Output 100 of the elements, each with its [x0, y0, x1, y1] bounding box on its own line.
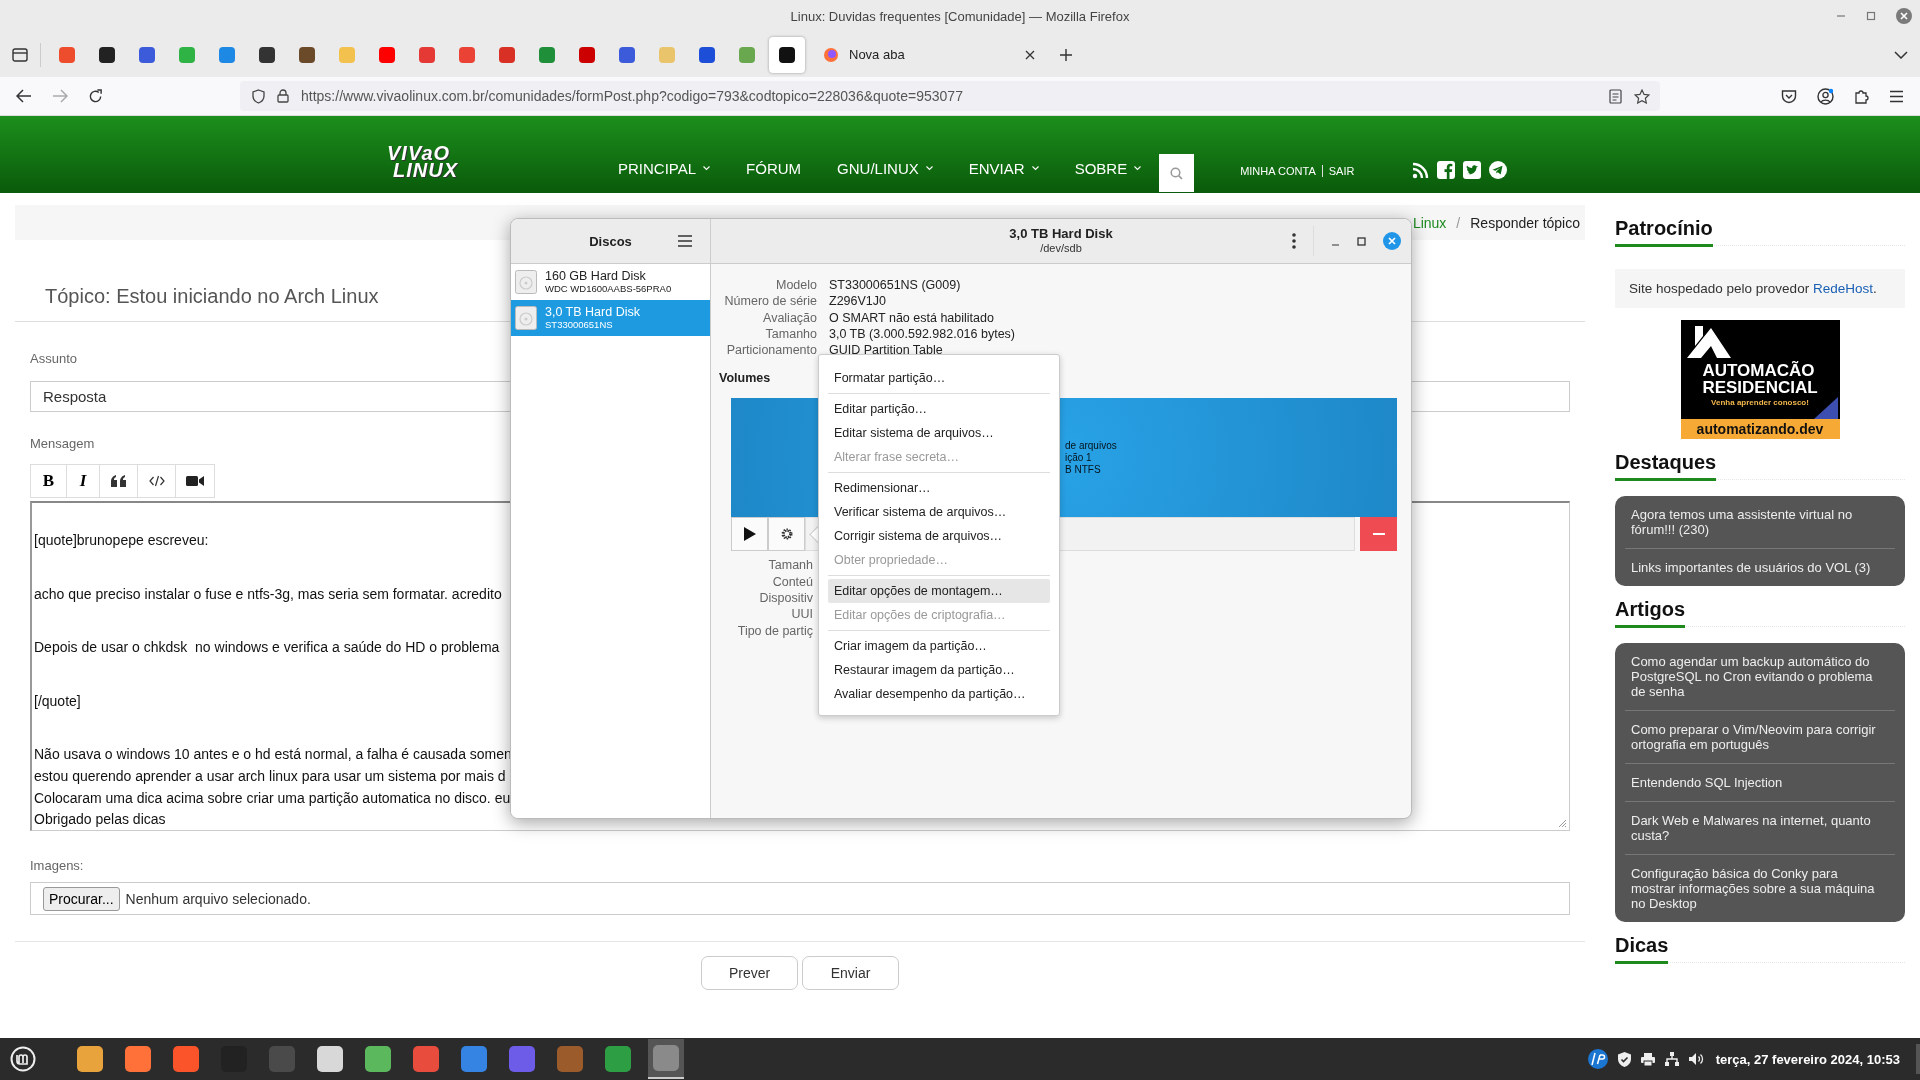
breadcrumb-link[interactable]: Linux	[1412, 214, 1447, 231]
message-line: Depois de usar o chkdsk no windows e verifica a saúde do HD o problema	[34, 638, 500, 658]
circle-logo-icon[interactable]	[1586, 1048, 1609, 1070]
property-label: Dispositiv	[759, 590, 813, 607]
nav-link[interactable]: SOBRE	[1074, 160, 1142, 177]
video-button[interactable]	[175, 464, 215, 498]
gear-icon	[779, 527, 794, 542]
browse-button[interactable]: Procurar...	[43, 886, 120, 911]
nav-link[interactable]: GNU/LINUX	[837, 160, 933, 177]
property-value: Z296V1J0	[829, 293, 887, 310]
message-line: [/quote]	[34, 691, 81, 711]
property-value: 3,0 TB (3.000.592.982.016 bytes)	[829, 325, 1015, 343]
menu-item[interactable]: Restaurar imagem da partição…	[828, 658, 1050, 682]
property-label: Conteú	[772, 573, 813, 591]
pocket-icon[interactable]	[1781, 88, 1797, 104]
menu-icon[interactable]	[678, 235, 692, 247]
account-link[interactable]: MINHA CONTA	[1234, 165, 1323, 177]
site-logo[interactable]: VIVaO LINUX	[387, 145, 458, 179]
speaker-icon[interactable]	[1687, 1052, 1704, 1066]
menu-item[interactable]: Formatar partição…	[828, 366, 1050, 390]
breadcrumb-link[interactable]: Responder tópico	[1470, 214, 1580, 231]
reload-icon[interactable]	[88, 88, 103, 104]
caret-icon	[925, 166, 933, 171]
menu-item[interactable]: Editar partição…	[828, 397, 1050, 421]
menu-item[interactable]: Avaliar desempenho da partição…	[828, 682, 1050, 706]
minus-icon	[1372, 533, 1385, 536]
paper-plane-icon[interactable]	[1489, 161, 1508, 179]
maximize-icon[interactable]	[1357, 236, 1366, 246]
topic-title: Tópico: Estou iniciando no Arch Linux	[45, 284, 379, 308]
field-label: Imagens:	[30, 859, 84, 873]
search-button[interactable]	[1159, 154, 1195, 192]
chevron-down-icon[interactable]	[1894, 50, 1908, 59]
disk-item[interactable]: 160 GB Hard Disk WDC WD1600AABS-56PRA0	[511, 264, 710, 300]
caret-icon	[703, 166, 711, 171]
ad-banner[interactable]: AUTOMACÃO RESIDENCIAL Venha aprender conosco! automatizando.dev	[1680, 320, 1840, 439]
browser-tab[interactable]: Nova aba	[813, 36, 1045, 73]
clock[interactable]: terça, 27 fevereiro 2024, 10:53	[1715, 1051, 1900, 1067]
nav-link[interactable]: ENVIAR	[968, 160, 1039, 177]
italic-button[interactable]: I	[66, 464, 99, 498]
more-options-icon[interactable]	[1292, 233, 1296, 249]
shield-icon[interactable]	[252, 88, 265, 104]
settings-button[interactable]	[768, 517, 805, 552]
rss-icon[interactable]	[1412, 161, 1430, 179]
menu-icon[interactable]	[1889, 89, 1904, 103]
article-link[interactable]: Links importantes de usuários do VOL (3)	[1625, 548, 1895, 586]
nav-link[interactable]: PRINCIPAL	[618, 160, 711, 177]
menu-item[interactable]: Editar sistema de arquivos…	[828, 421, 1050, 445]
nav-link[interactable]: FÓRUM	[746, 160, 802, 177]
menu-item[interactable]: Criar imagem da partição…	[828, 634, 1050, 658]
property-value: ST33000651NS (G009)	[829, 277, 962, 294]
menu-item[interactable]: Editar opções de montagem…	[828, 579, 1050, 603]
article-link[interactable]: Como preparar o Vim/Neovim para corrigir ortografia em português	[1625, 710, 1895, 763]
puzzle-icon[interactable]	[1854, 88, 1869, 104]
play-icon	[743, 527, 756, 542]
quote-icon	[110, 475, 127, 487]
bookmark-star-icon[interactable]	[1634, 88, 1650, 104]
back-icon[interactable]	[16, 89, 32, 103]
resize-handle-icon[interactable]	[1558, 819, 1567, 828]
video-camera-icon	[186, 475, 204, 487]
search-icon	[1170, 166, 1184, 180]
partition-text: de arquivos	[1065, 440, 1117, 452]
article-link[interactable]: Configuração básica do Conky para mostrar informações sobre a sua máquina no Desktop	[1625, 854, 1895, 922]
network-icon[interactable]	[1663, 1051, 1680, 1067]
field-label: Assunto	[30, 352, 77, 366]
delete-button[interactable]	[1360, 517, 1397, 552]
new-tab-icon[interactable]	[1059, 47, 1073, 62]
printer-icon[interactable]	[1639, 1051, 1656, 1067]
account-icon[interactable]	[1817, 87, 1834, 105]
property-value: O SMART não está habilitado	[829, 309, 995, 326]
article-link[interactable]: Entendendo SQL Injection	[1625, 763, 1895, 801]
form-button[interactable]: Enviar	[802, 956, 899, 990]
taskbar-app[interactable]	[648, 1039, 684, 1079]
code-button[interactable]	[137, 464, 175, 498]
ad-headline: AUTOMACÃO RESIDENCIAL	[1702, 362, 1818, 396]
reader-view-icon[interactable]	[1609, 88, 1622, 104]
property-label: Avaliação	[762, 309, 817, 326]
quote-button[interactable]	[99, 464, 137, 498]
menu-item[interactable]: Redimensionar…	[828, 476, 1050, 500]
message-line: [quote]brunopepe escreveu:	[34, 531, 209, 550]
close-icon[interactable]	[1025, 49, 1035, 60]
file-field[interactable]: Procurar... Nenhum arquivo selecionado.	[30, 882, 1570, 915]
article-link[interactable]: Como agendar um backup automático do PostgreSQL no Cron evitando o problema de senha	[1625, 643, 1895, 710]
form-button[interactable]: Prever	[701, 956, 798, 990]
bold-button[interactable]: B	[30, 464, 66, 498]
rounded-square-icon[interactable]	[1437, 161, 1456, 179]
shield-icon[interactable]	[1616, 1050, 1632, 1068]
maximize-icon[interactable]	[1866, 11, 1876, 21]
mount-button[interactable]	[731, 517, 768, 552]
pinned-tab[interactable]	[769, 36, 805, 73]
bird-icon[interactable]	[1463, 161, 1482, 179]
account-link[interactable]: SAIR	[1322, 165, 1361, 177]
window-title: Linux: Duvidas frequentes [Comunidade] — Mozilla Firefox	[790, 8, 1130, 24]
sponsor-link[interactable]: RedeHost	[1812, 281, 1873, 296]
property-label: Tamanho	[764, 325, 817, 343]
lock-icon[interactable]	[277, 89, 289, 103]
article-link[interactable]: Dark Web e Malwares na internet, quanto custa?	[1625, 801, 1895, 854]
url-field[interactable]: https://www.vivaolinux.com.br/comunidades/formPost.php?codigo=793&codtopico=228036&quote=953077	[240, 81, 1660, 111]
tab-list-icon[interactable]	[12, 47, 28, 62]
article-link[interactable]: Agora temos uma assistente virtual no fórum!!! (230)	[1625, 496, 1895, 548]
property-label: Número de série	[723, 293, 817, 310]
